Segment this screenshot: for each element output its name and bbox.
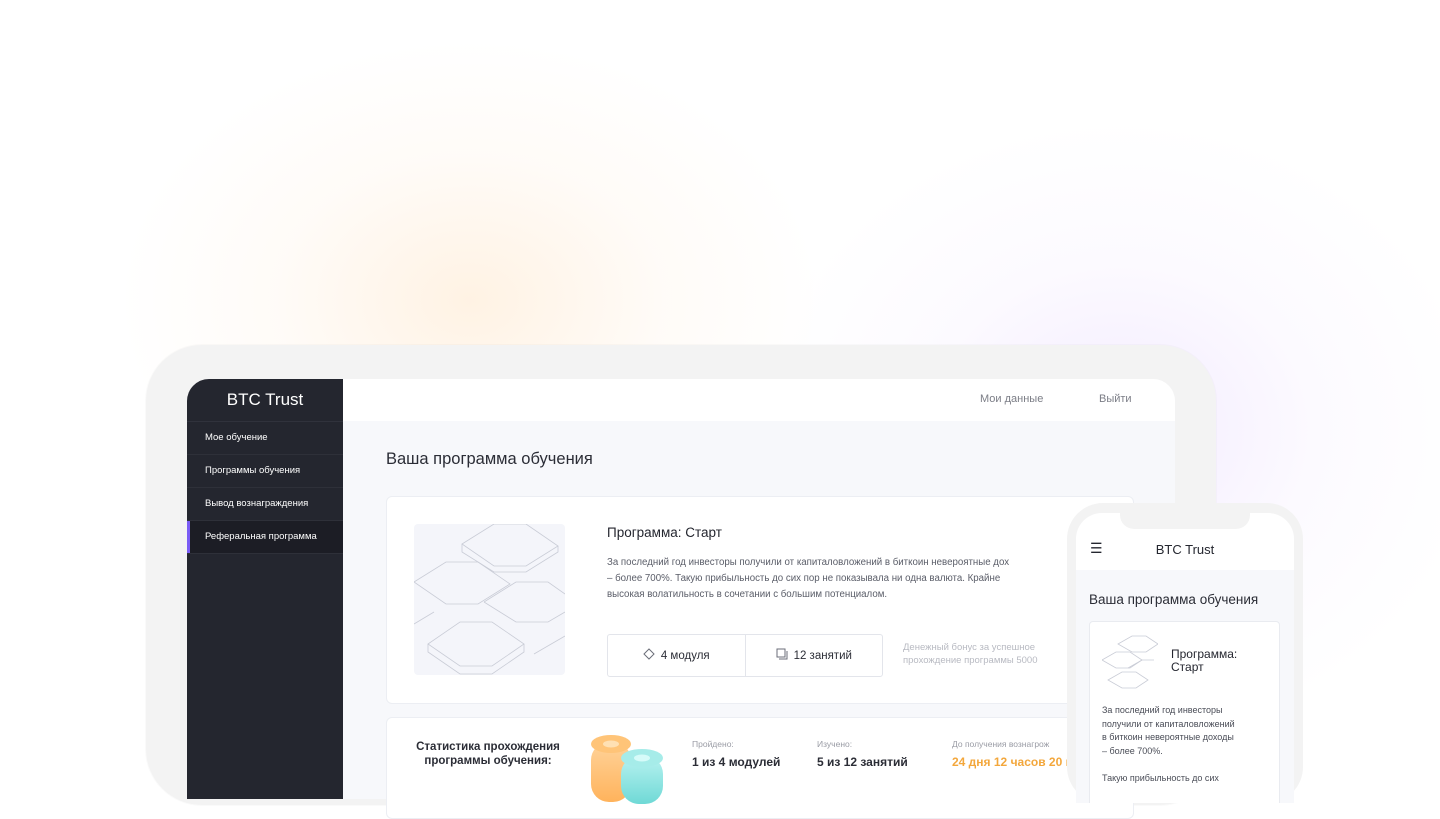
modules-label: 4 модуля <box>660 649 710 662</box>
logout-link[interactable]: Выйти <box>1099 393 1132 405</box>
phone-program-text: За последний год инвесторы получили от к… <box>1102 705 1235 756</box>
phone-page-title: Ваша программа обучения <box>1089 592 1259 607</box>
copy-icon <box>776 648 788 663</box>
phone-program-title: Программа: Старт <box>1171 647 1238 674</box>
sidebar: BTC Trust Мое обучение Программы обучени… <box>187 379 343 799</box>
stat-passed-value: 1 из 4 модулей <box>692 755 781 769</box>
lessons-count: 12 занятий <box>744 635 883 676</box>
stats-card: Статистика прохождения программы обучени… <box>386 717 1134 819</box>
modules-count: 4 модуля <box>608 635 745 676</box>
stat-passed: Пройдено: 1 из 4 модулей <box>692 739 780 769</box>
sidebar-item-programs[interactable]: Программы обучения <box>187 455 343 488</box>
stat-studied-label: Изучено: <box>817 739 853 749</box>
phone-program-text-2: Такую прибыльность до сих <box>1102 773 1219 783</box>
sidebar-item-referral[interactable]: Реферальная программа <box>187 521 343 554</box>
my-data-link[interactable]: Мои данные <box>980 393 1043 405</box>
page-title: Ваша программа обучения <box>386 450 593 468</box>
program-card: Программа: Старт За последний год инвест… <box>386 496 1134 704</box>
phone-program-illustration <box>1101 634 1159 690</box>
program-meta: 4 модуля 12 занятий <box>607 634 883 677</box>
phone-brand[interactable]: BTC Trust <box>1076 542 1294 557</box>
sidebar-item-my-learning[interactable]: Мое обучение <box>187 422 343 455</box>
phone-screen: ☰ BTC Trust Ваша программа обучения Прог… <box>1076 513 1294 803</box>
stat-studied: Изучено: 5 из 12 занятий <box>817 739 908 769</box>
program-description: За последний год инвесторы получили от к… <box>607 557 1010 600</box>
bonus-text: Денежный бонус за успешное прохождение п… <box>903 642 1038 666</box>
sidebar-item-withdraw-reward[interactable]: Вывод вознаграждения <box>187 488 343 521</box>
stat-studied-value: 5 из 12 занятий <box>817 755 908 769</box>
phone-notch <box>1120 513 1250 529</box>
diamond-icon <box>643 648 655 663</box>
program-title: Программа: Старт <box>607 525 722 540</box>
brand-logo[interactable]: BTC Trust <box>187 379 343 422</box>
stat-reward: До получения вознагрож 24 дня 12 часов 2… <box>952 739 1074 769</box>
program-illustration <box>414 524 565 675</box>
stat-reward-countdown: 24 дня 12 часов 20 м <box>952 755 1075 769</box>
coins-illustration <box>589 734 665 804</box>
stat-reward-label: До получения вознагрож <box>952 739 1050 749</box>
phone-program-card[interactable]: Программа: Старт За последний год инвест… <box>1089 621 1280 803</box>
stats-title: Статистика прохождения программы обучени… <box>416 741 560 767</box>
topbar: Мои данные Выйти <box>343 379 1175 421</box>
lessons-label: 12 занятий <box>793 649 852 662</box>
stat-passed-label: Пройдено: <box>692 739 734 749</box>
